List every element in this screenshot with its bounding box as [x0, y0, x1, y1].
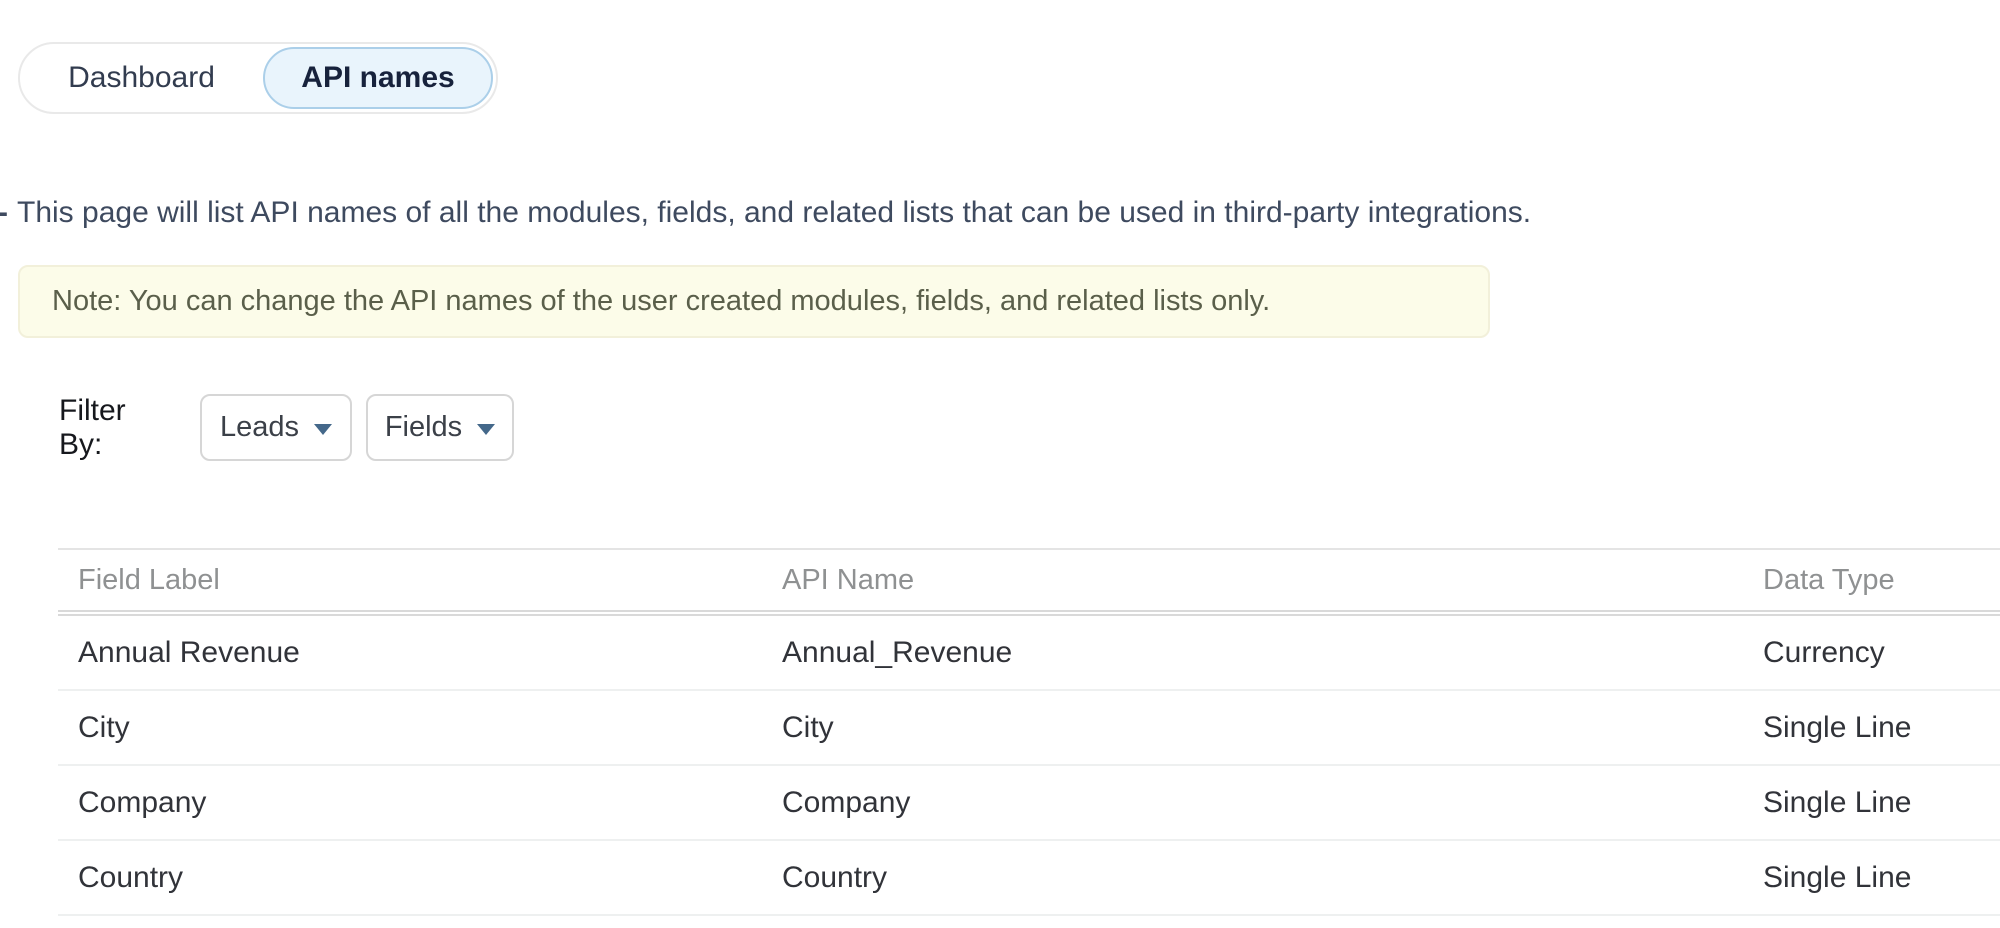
column-header-api-name: API Name	[782, 564, 1763, 597]
data-type-cell: Single Line	[1763, 711, 2000, 745]
table-row[interactable]: Company Company Single Line	[58, 766, 2000, 841]
table-row[interactable]: City City Single Line	[58, 691, 2000, 766]
api-names-table: Field Label API Name Data Type Annual Re…	[58, 548, 2000, 916]
table-header-row: Field Label API Name Data Type	[58, 550, 2000, 616]
api-name-cell: City	[782, 711, 1763, 745]
field-label-cell: City	[58, 711, 782, 745]
column-header-field-label: Field Label	[58, 564, 782, 597]
column-header-data-type: Data Type	[1763, 564, 2000, 597]
data-type-cell: Single Line	[1763, 786, 2000, 820]
view-toggle: Dashboard API names	[18, 42, 498, 114]
data-type-cell: Currency	[1763, 636, 2000, 670]
field-type-dropdown[interactable]: Fields	[366, 394, 514, 461]
data-type-cell: Single Line	[1763, 861, 2000, 895]
note-banner: Note: You can change the API names of th…	[18, 265, 1490, 338]
field-label-cell: Country	[58, 861, 782, 895]
tab-dashboard[interactable]: Dashboard	[20, 61, 263, 95]
page-description-text: This page will list API names of all the…	[17, 196, 1531, 230]
api-name-cell: Annual_Revenue	[782, 636, 1763, 670]
tab-api-names[interactable]: API names	[263, 47, 493, 109]
field-label-cell: Company	[58, 786, 782, 820]
field-type-dropdown-value: Fields	[385, 411, 462, 444]
module-dropdown-value: Leads	[220, 411, 299, 444]
page-description: - This page will list API names of all t…	[0, 196, 1531, 230]
note-text: Note: You can change the API names of th…	[52, 285, 1270, 318]
field-label-cell: Annual Revenue	[58, 636, 782, 670]
chevron-down-icon	[314, 424, 332, 435]
filter-by-label: Filter By:	[59, 394, 126, 461]
dash-bullet: -	[0, 196, 8, 230]
table-row[interactable]: Annual Revenue Annual_Revenue Currency	[58, 616, 2000, 691]
table-row[interactable]: Country Country Single Line	[58, 841, 2000, 916]
api-name-cell: Country	[782, 861, 1763, 895]
module-dropdown[interactable]: Leads	[200, 394, 352, 461]
chevron-down-icon	[477, 424, 495, 435]
api-name-cell: Company	[782, 786, 1763, 820]
